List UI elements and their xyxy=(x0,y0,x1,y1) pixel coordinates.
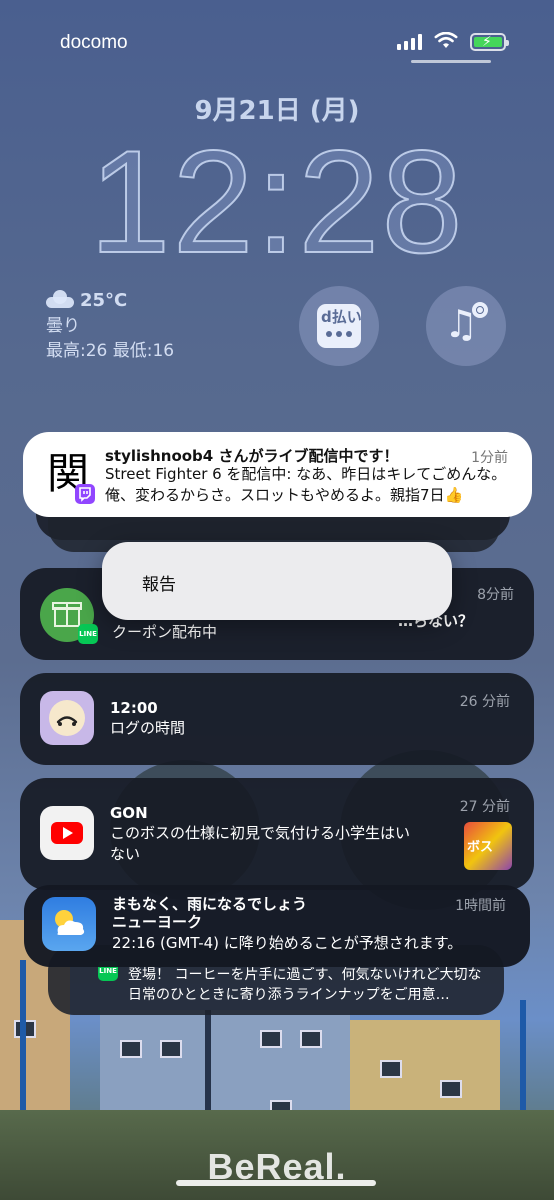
notification-title: 12:00 xyxy=(110,699,158,717)
notification-body: 22:16 (GMT-4) に降り始めることが予想されます。 xyxy=(112,934,463,952)
notification-body: このボスの仕様に初見で気付ける小学生はいない xyxy=(110,824,411,863)
dpay-widget-button[interactable]: d払い xyxy=(299,286,379,366)
notification-weather[interactable]: まもなく、雨になるでしょう ニューヨーク 22:16 (GMT-4) に降り始め… xyxy=(24,885,530,967)
search-icon xyxy=(472,302,488,318)
notification-time: 1分前 xyxy=(471,450,508,466)
twitch-badge-icon xyxy=(75,484,95,504)
notification-title: GON xyxy=(110,804,148,822)
notification-body: ログの時間 xyxy=(110,719,186,737)
notification-location: ニューヨーク xyxy=(112,913,203,931)
notification-body: クーポン配布中 xyxy=(112,623,218,641)
weather-condition: 曇り xyxy=(46,316,80,336)
notification-time: 1時間前 xyxy=(455,898,506,914)
notification-log[interactable]: 12:00 ログの時間 26 分前 xyxy=(20,673,534,765)
notification-youtube[interactable]: GON このボスの仕様に初見で気付ける小学生はいない 27 分前 ボス xyxy=(20,778,534,890)
music-recognition-widget-button[interactable]: ♫ xyxy=(426,286,506,366)
notification-title: stylishnoob4 さんがライブ配信中です！ xyxy=(105,447,399,465)
weather-temperature: 25°C xyxy=(80,290,128,311)
notification-title: まもなく、雨になるでしょう xyxy=(112,895,308,913)
report-menu-item[interactable]: 報告 xyxy=(142,570,176,595)
control-center-indicator[interactable] xyxy=(411,60,491,63)
smiley-app-icon xyxy=(40,691,94,745)
lock-time: 12:28 xyxy=(88,119,465,284)
battery-charging-icon: ⚡ xyxy=(470,33,509,51)
home-indicator[interactable] xyxy=(176,1180,376,1186)
notification-context-menu: 報告 xyxy=(102,542,452,620)
cellular-signal-icon xyxy=(397,34,422,50)
weather-high-low: 最高:26 最低:16 xyxy=(46,341,175,361)
notification-time: 27 分前 xyxy=(459,799,510,815)
notification-body: Street Fighter 6 を配信中: なあ、昨日はキレてごめんな。俺、変… xyxy=(105,465,507,504)
notification-twitch-focused[interactable]: 関 stylishnoob4 さんがライブ配信中です！ Street Fight… xyxy=(23,432,532,517)
weather-app-icon xyxy=(42,897,96,951)
carrier-label: docomo xyxy=(60,32,128,53)
notification-time: 26 分前 xyxy=(459,694,510,710)
cloud-icon xyxy=(46,290,74,308)
dpay-icon: d払い xyxy=(317,304,362,348)
line-app-badge-icon: LINE xyxy=(78,624,98,644)
wifi-icon xyxy=(434,31,458,54)
youtube-icon xyxy=(40,806,94,860)
weather-widget[interactable]: 25°C 曇り 最高:26 最低:16 xyxy=(46,288,174,364)
status-bar: docomo ⚡ xyxy=(0,28,554,58)
video-thumbnail: ボス xyxy=(464,822,512,870)
notification-body: 登場！ コーヒーを片手に過ごす、何気ないけれど大切な日常のひとときに寄り添うライ… xyxy=(128,967,482,1003)
notification-time: 8分前 xyxy=(477,587,514,603)
